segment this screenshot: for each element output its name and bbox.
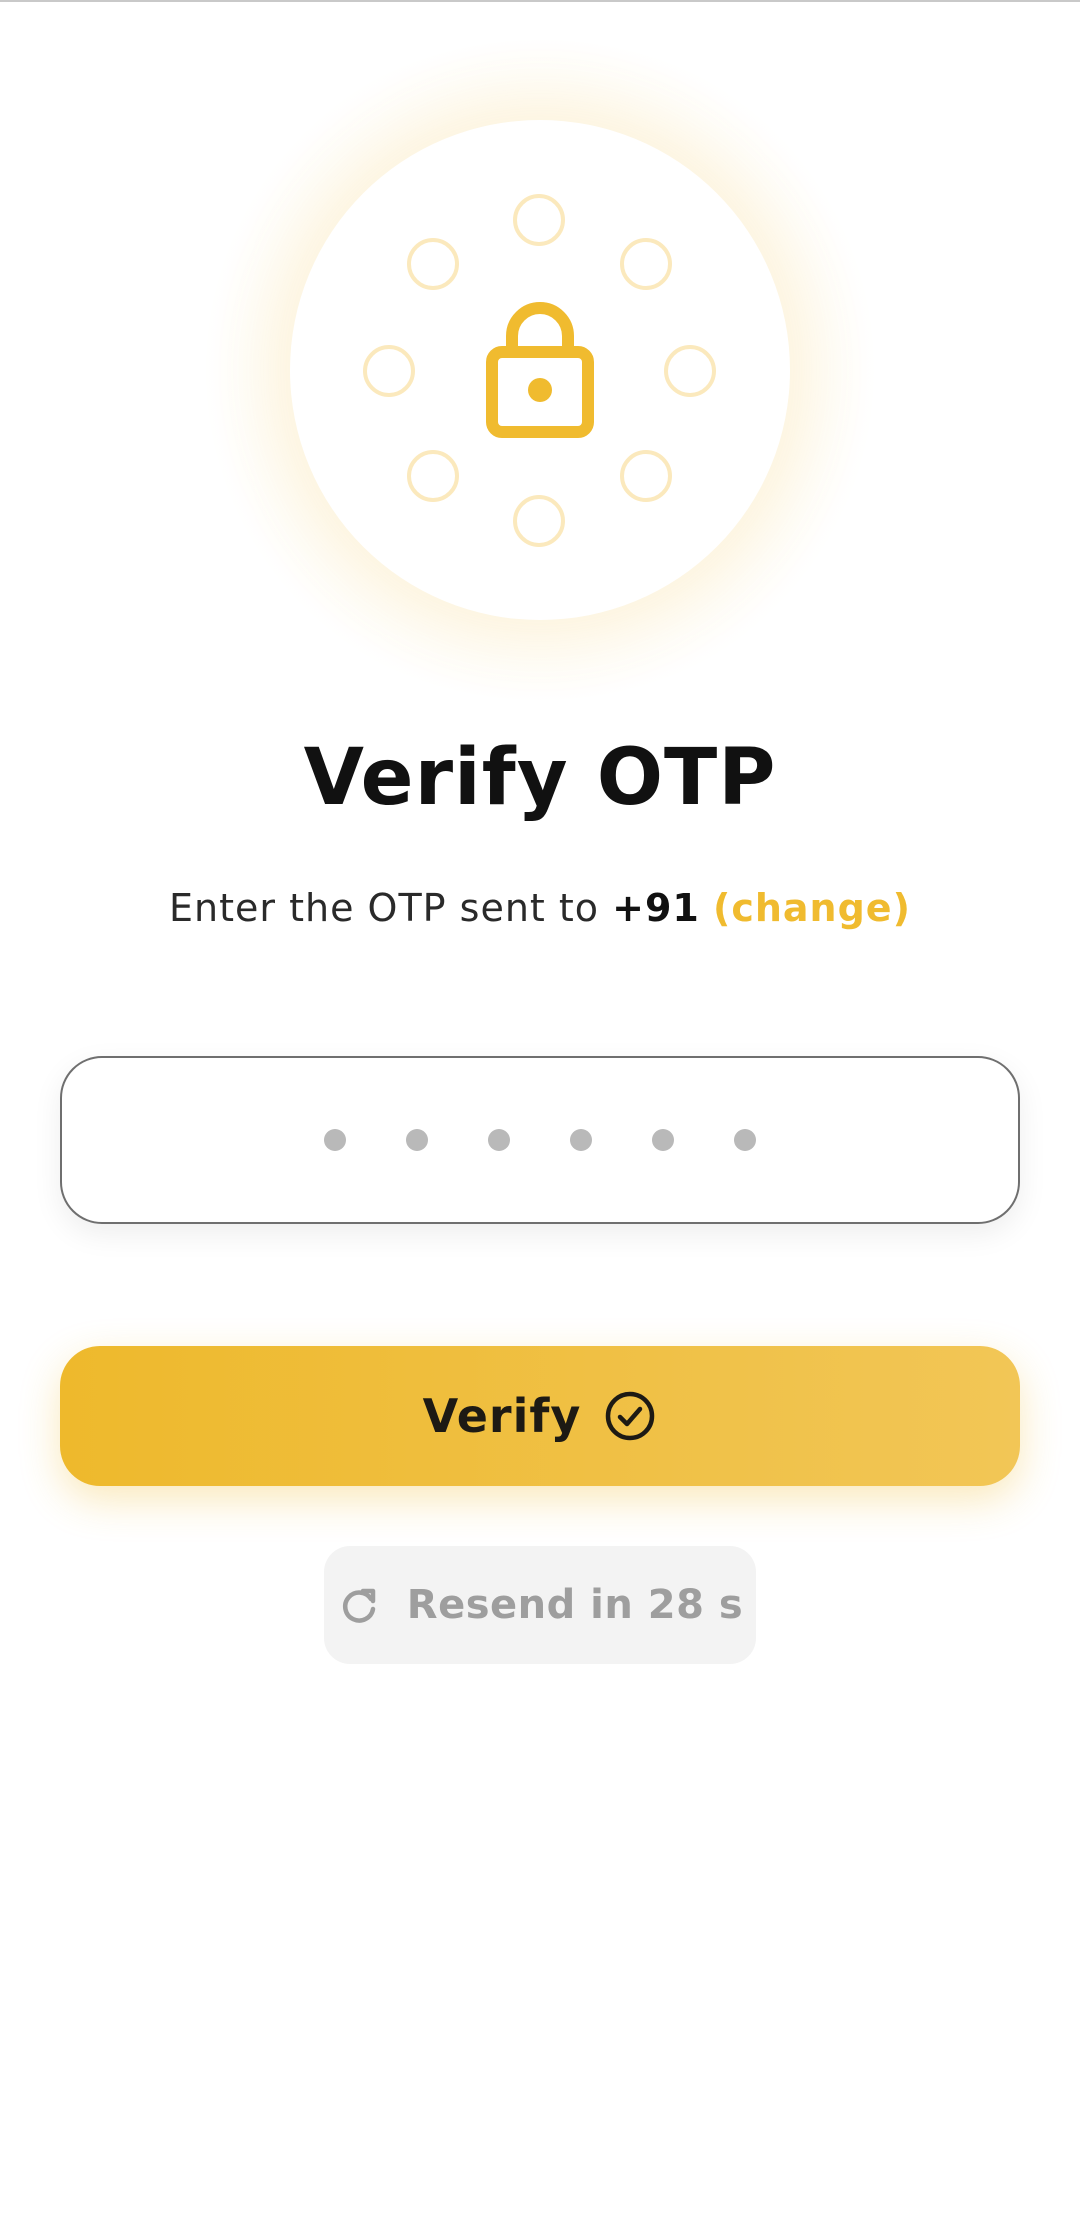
otp-digit-placeholder <box>652 1129 674 1151</box>
resend-button[interactable]: Resend in 28 s <box>324 1546 756 1664</box>
ring-dot-top-left <box>407 238 459 290</box>
instruction-text: Enter the OTP sent to <box>169 886 613 930</box>
otp-digit-placeholder <box>570 1129 592 1151</box>
ring-dot-bottom <box>513 495 565 547</box>
phone-number: +91 <box>612 886 700 930</box>
ring-dot-bottom-right <box>620 450 672 502</box>
change-number-link[interactable]: (change) <box>713 886 911 930</box>
check-circle-icon <box>606 1391 655 1441</box>
resend-button-label: Resend in 28 s <box>406 1582 744 1628</box>
ring-dot-top-right <box>620 238 672 290</box>
otp-placeholder-dots <box>62 1058 1018 1222</box>
page-title: Verify OTP <box>303 733 777 823</box>
ring-dot-right <box>664 345 716 397</box>
otp-digit-placeholder <box>406 1129 428 1151</box>
otp-digit-placeholder <box>734 1129 756 1151</box>
refresh-icon <box>342 1588 376 1623</box>
verify-button-label: Verify <box>422 1389 582 1443</box>
otp-digit-placeholder <box>488 1129 510 1151</box>
otp-digit-placeholder <box>324 1129 346 1151</box>
lock-icon <box>486 302 594 438</box>
otp-input[interactable] <box>60 1056 1020 1224</box>
ring-dot-bottom-left <box>407 450 459 502</box>
status-divider <box>0 0 1080 2</box>
ring-dot-top <box>513 194 565 246</box>
verify-button[interactable]: Verify <box>60 1346 1020 1486</box>
otp-instruction: Enter the OTP sent to +91 (change) <box>0 878 1080 938</box>
ring-dot-left <box>363 345 415 397</box>
